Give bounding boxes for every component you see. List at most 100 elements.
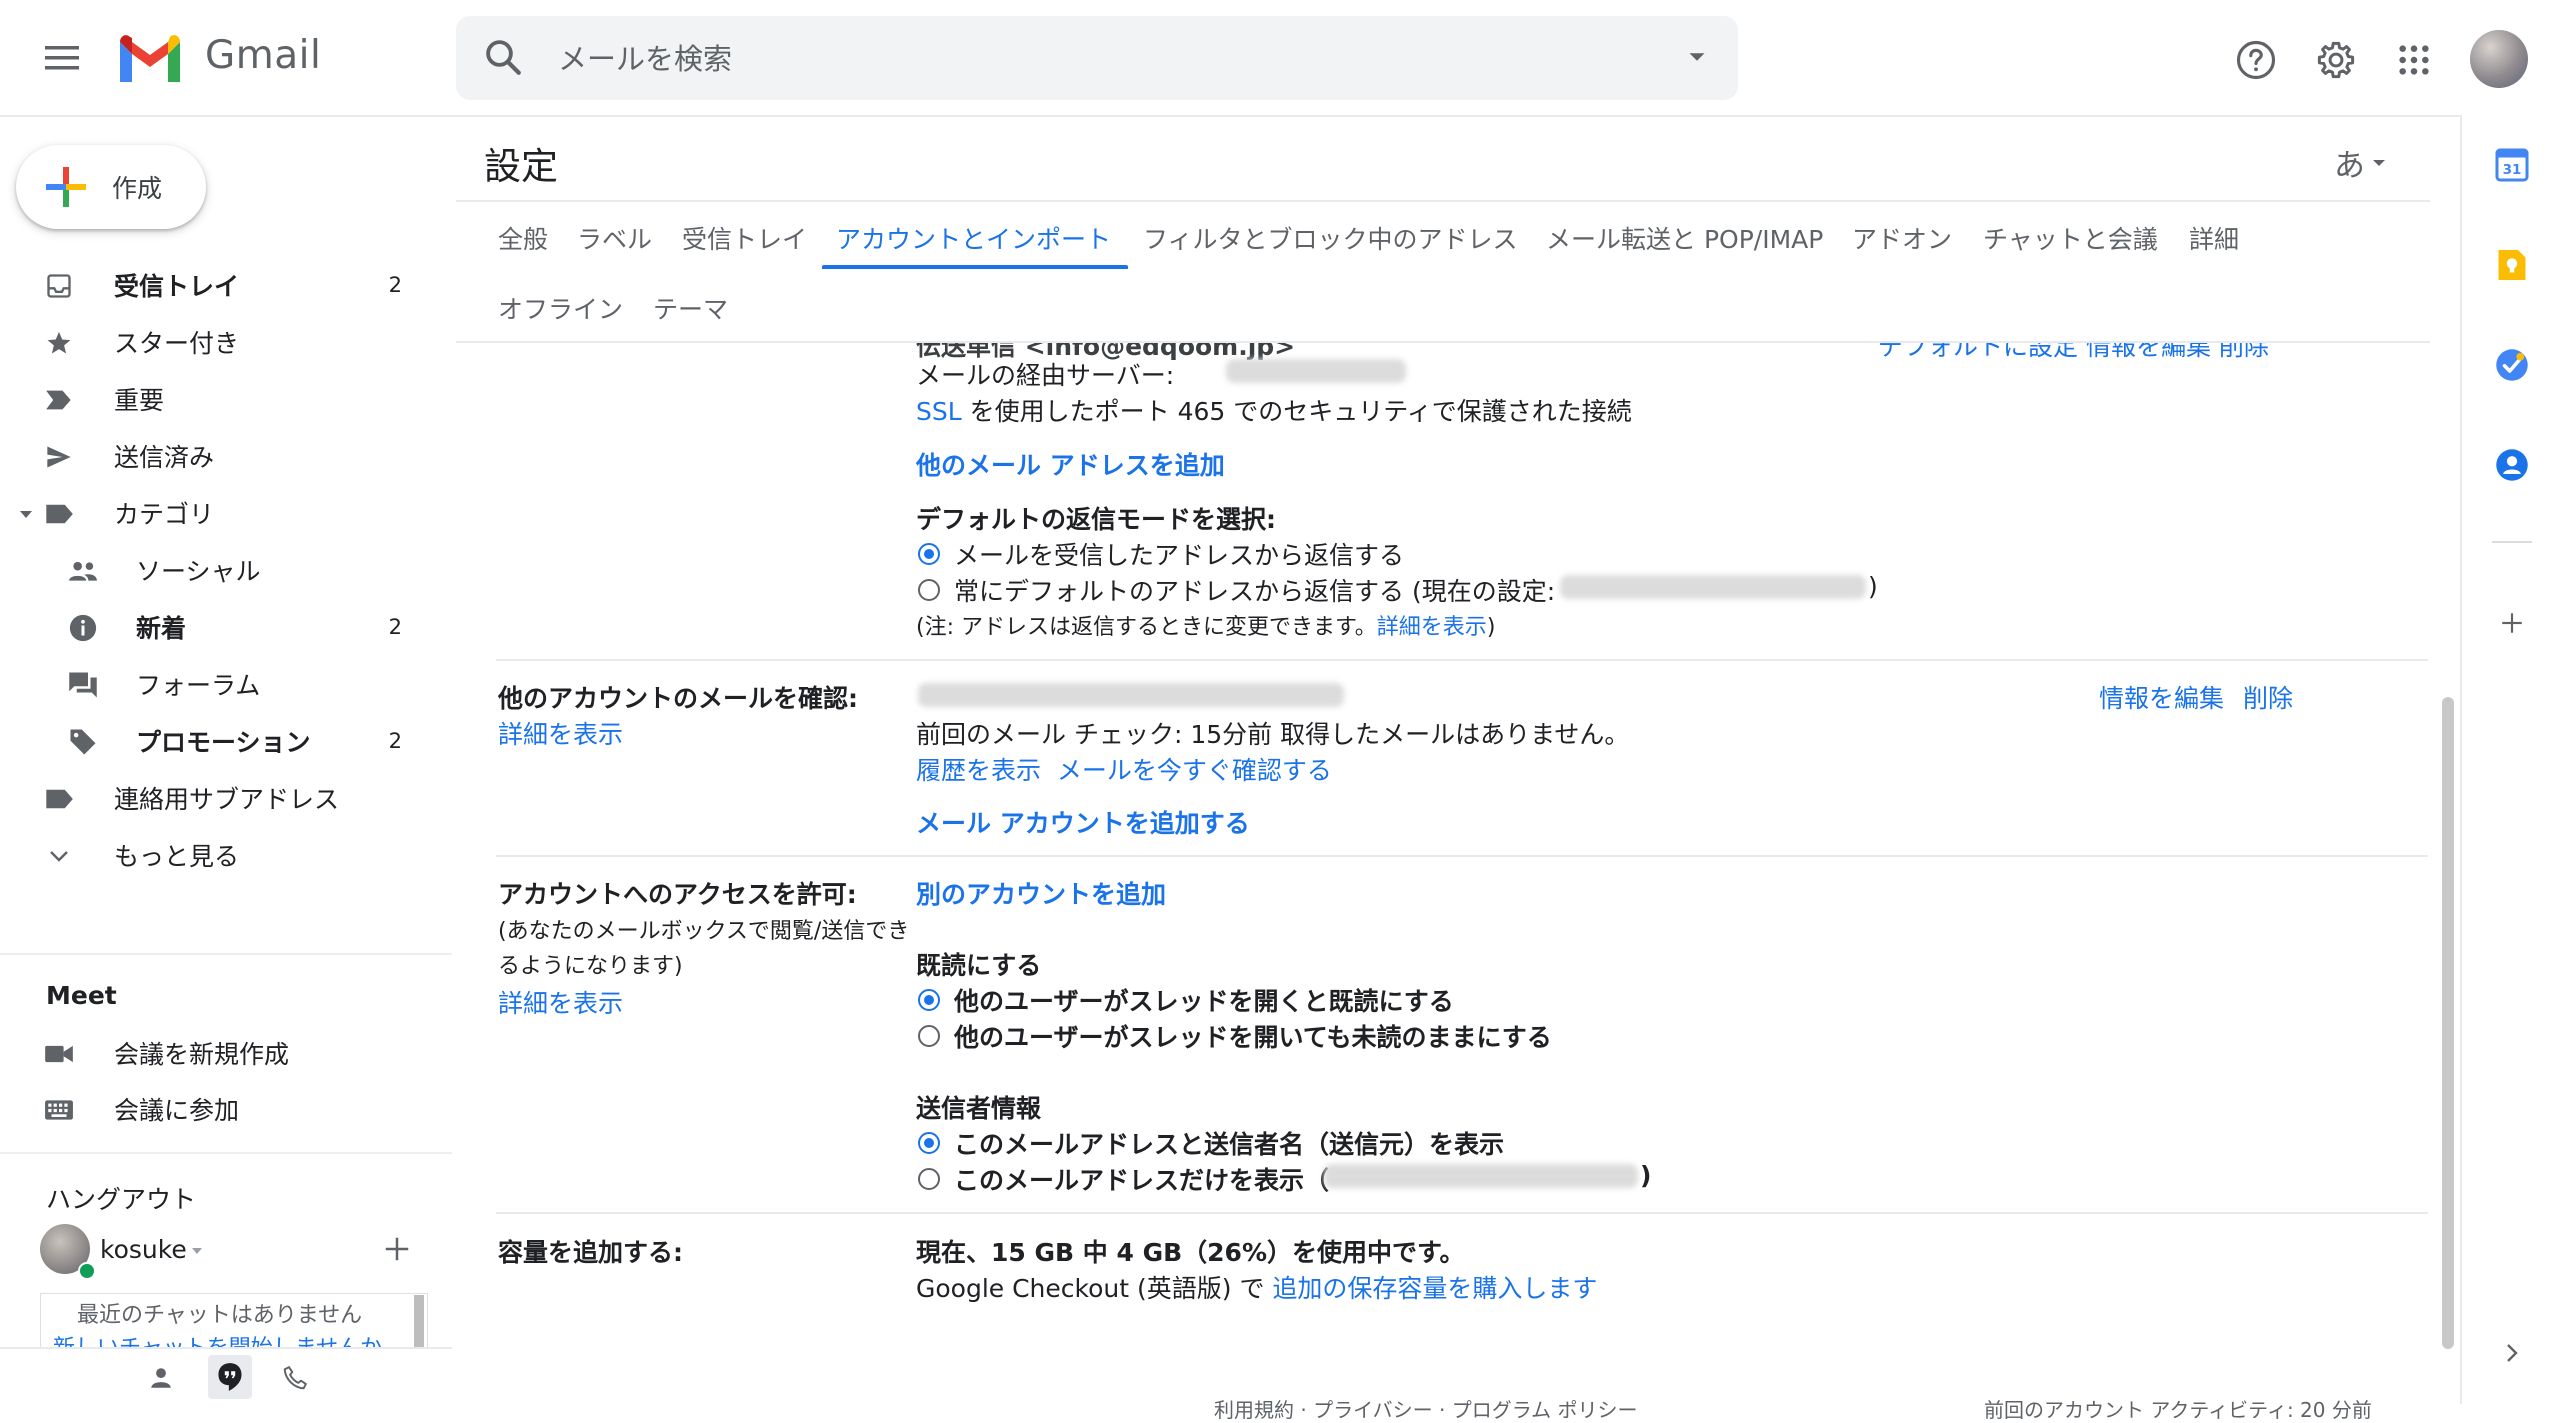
app-name[interactable]: Gmail (205, 33, 321, 78)
sender-info-radio-both[interactable] (918, 1132, 940, 1154)
check-mail-label: 他のアカウントのメールを確認: (498, 684, 858, 713)
hangouts-user-name[interactable]: kosuke (100, 1235, 187, 1264)
footer-terms[interactable]: 利用規約 · プライバシー · プログラム ポリシー (1214, 1394, 1638, 1423)
tab-filters-and-blocked[interactable]: フィルタとブロック中のアドレス (1143, 220, 1518, 256)
google-apps-button[interactable] (2386, 32, 2442, 88)
reply-mode-option-received[interactable]: メールを受信したアドレスから返信する (954, 536, 1404, 572)
video-camera-icon (44, 1039, 74, 1069)
add-email-address-link[interactable]: 他のメール アドレスを追加 (916, 446, 1225, 482)
google-calendar-icon[interactable]: 31 (2492, 145, 2532, 185)
grant-access-desc-line2: るようになります) (498, 954, 683, 979)
section-divider (496, 855, 2428, 857)
sidebar-divider (0, 953, 452, 955)
tab-forwarding-pop-imap[interactable]: メール転送と POP/IMAP (1546, 220, 1823, 256)
sidebar-item-more[interactable]: もっと見る (0, 829, 430, 881)
start-new-chat-link[interactable]: 新しいチャットを開始しませんか (53, 1330, 382, 1348)
grant-access-learn-more-link[interactable]: 詳細を表示 (498, 984, 623, 1020)
google-tasks-icon[interactable] (2492, 345, 2532, 385)
side-panel: 31 (2460, 115, 2560, 1404)
phone-icon[interactable] (276, 1359, 314, 1397)
sidebar-item-forums[interactable]: フォーラム (0, 658, 430, 710)
reply-note-learn-more-link[interactable]: 詳細を表示 (1377, 615, 1487, 640)
chevron-right-icon[interactable] (2492, 1333, 2532, 1373)
tab-advanced[interactable]: 詳細 (2189, 220, 2239, 256)
input-tools-label: あ (2334, 148, 2365, 184)
compose-button[interactable]: 作成 (16, 145, 206, 229)
sidebar-item-updates[interactable]: 新着 2 (0, 601, 430, 653)
mark-read-option-on-open[interactable]: 他のユーザーがスレッドを開くと既読にする (954, 982, 1454, 1018)
check-mail-now-link[interactable]: メールを今すぐ確認する (1057, 756, 1332, 785)
tab-offline[interactable]: オフライン (498, 290, 623, 326)
google-checkout-text: Google Checkout (英語版) で (916, 1274, 1265, 1303)
sidebar-item-label: カテゴリ (114, 500, 215, 529)
tab-general[interactable]: 全般 (498, 220, 548, 256)
sender-info-option-both[interactable]: このメールアドレスと送信者名（送信元）を表示 (954, 1125, 1504, 1161)
mark-as-read-title: 既読にする (916, 951, 1042, 980)
reply-mode-option-default[interactable]: 常にデフォルトのアドレスから返信する (現在の設定: (954, 572, 1555, 608)
tab-inbox[interactable]: 受信トレイ (682, 220, 807, 256)
compose-label: 作成 (112, 174, 163, 203)
chat-scrollbar[interactable] (414, 1295, 424, 1347)
sidebar-item-inbox[interactable]: 受信トレイ 2 (0, 259, 430, 311)
tab-accounts-and-import[interactable]: アカウントとインポート (836, 220, 1111, 256)
add-mail-account-link[interactable]: メール アカウントを追加する (916, 804, 1250, 840)
sidebar-item-categories[interactable]: カテゴリ (0, 487, 430, 539)
gmail-logo-icon[interactable] (116, 34, 184, 86)
search-input[interactable] (556, 16, 1560, 102)
contacts-person-icon[interactable] (142, 1359, 180, 1397)
google-contacts-icon[interactable] (2492, 445, 2532, 485)
add-another-account-link[interactable]: 別のアカウントを追加 (916, 875, 1166, 911)
sidebar-item-social[interactable]: ソーシャル (0, 544, 430, 596)
check-mail-learn-more-link[interactable]: 詳細を表示 (498, 715, 623, 751)
tab-chat-and-meet[interactable]: チャットと会議 (1983, 220, 2158, 256)
delete-account-link[interactable]: 削除 (2243, 679, 2293, 715)
send-as-actions-partial[interactable]: デフォルトに設定 情報を編集 削除 (1878, 343, 2269, 363)
input-tools-toggle[interactable]: あ (2334, 140, 2387, 185)
help-button[interactable] (2228, 32, 2284, 88)
online-status-indicator (78, 1262, 96, 1280)
tab-themes[interactable]: テーマ (653, 290, 728, 326)
sidebar-item-starred[interactable]: スター付き (0, 316, 430, 368)
main-menu-button[interactable] (30, 28, 94, 88)
sidebar-item-label: 連絡用サブアドレス (114, 785, 340, 814)
title-divider (456, 200, 2430, 202)
sender-info-radio-address-only[interactable] (918, 1168, 940, 1190)
reply-mode-radio-received[interactable] (918, 543, 940, 565)
status-dropdown-icon[interactable] (190, 1246, 204, 1256)
google-keep-icon[interactable] (2492, 245, 2532, 285)
keyboard-icon (44, 1095, 74, 1125)
view-history-link[interactable]: 履歴を表示 (916, 756, 1041, 785)
ssl-link[interactable]: SSL (916, 397, 962, 426)
meet-join-meeting[interactable]: 会議に参加 (0, 1083, 430, 1135)
sidebar-item-sent[interactable]: 送信済み (0, 430, 430, 482)
account-avatar[interactable] (2470, 30, 2528, 88)
buy-storage-link[interactable]: 追加の保存容量を購入します (1272, 1274, 1597, 1303)
sidebar-item-important[interactable]: 重要 (0, 373, 430, 425)
mark-read-radio-keep-unread[interactable] (918, 1025, 940, 1047)
expand-caret-icon[interactable] (18, 507, 34, 521)
sidebar-item-promotions[interactable]: プロモーション 2 (0, 715, 430, 767)
search-options-dropdown-icon[interactable] (1682, 42, 1712, 72)
search-bar[interactable] (456, 16, 1738, 102)
tab-labels[interactable]: ラベル (577, 220, 652, 256)
search-icon[interactable] (482, 36, 524, 78)
send-icon (44, 442, 74, 472)
mark-read-radio-on-open[interactable] (918, 989, 940, 1011)
meet-new-meeting[interactable]: 会議を新規作成 (0, 1027, 430, 1079)
get-addons-plus-icon[interactable] (2492, 603, 2532, 643)
svg-text:31: 31 (2503, 162, 2522, 178)
last-check-status: 前回のメール チェック: 15分前 取得したメールはありません。 (916, 720, 1630, 749)
storage-purchase-line: Google Checkout (英語版) で 追加の保存容量を購入します (916, 1269, 1597, 1305)
edit-info-link[interactable]: 情報を編集 (2099, 679, 2224, 715)
sidebar-item-contact-subaddress[interactable]: 連絡用サブアドレス (0, 772, 430, 824)
sender-info-option-address-only[interactable]: このメールアドレスだけを表示（ (954, 1161, 1329, 1197)
main-scrollbar-thumb[interactable] (2442, 697, 2454, 1349)
new-chat-plus-icon[interactable] (382, 1234, 412, 1264)
settings-button[interactable] (2308, 32, 2364, 88)
sidebar-item-label: 送信済み (114, 443, 215, 472)
tab-addons[interactable]: アドオン (1852, 220, 1952, 256)
hangouts-chat-icon[interactable] (208, 1355, 252, 1399)
reply-mode-radio-default[interactable] (918, 579, 940, 601)
mark-read-option-keep-unread[interactable]: 他のユーザーがスレッドを開いても未読のままにする (954, 1018, 1552, 1054)
chevron-down-icon (2373, 159, 2385, 166)
